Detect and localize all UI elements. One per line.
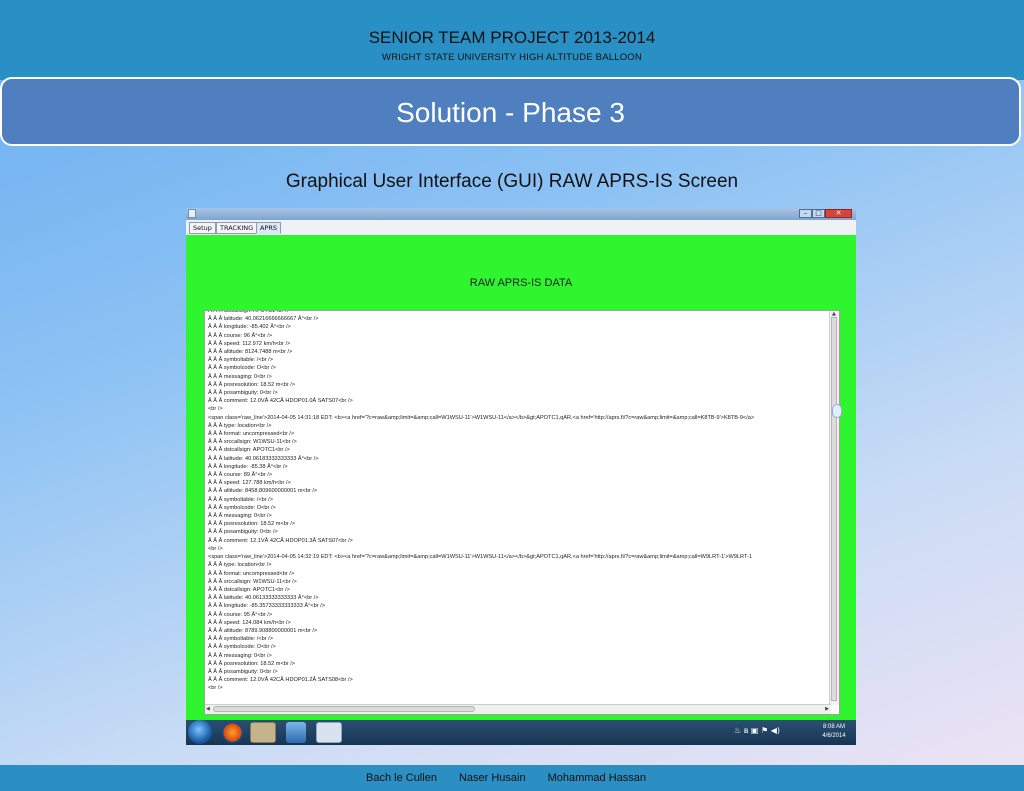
team-member: Naser Husain bbox=[458, 772, 526, 784]
maximize-button[interactable]: □ bbox=[812, 209, 825, 218]
scroll-left-icon[interactable]: ◀ bbox=[206, 706, 210, 712]
log-line: Â Â Â messaging: 0<br /> bbox=[208, 513, 272, 520]
log-line: Â Â Â posambiguity: 0<br /> bbox=[208, 668, 278, 675]
vertical-scroll-thumb[interactable] bbox=[831, 317, 837, 701]
slide-subtitle: Graphical User Interface (GUI) RAW APRS-… bbox=[285, 171, 739, 192]
log-line: Â Â Â symboltable: /<br /> bbox=[208, 357, 273, 364]
log-line: Â Â Â latitude: 40.06133333333333 Â°<br … bbox=[208, 595, 319, 602]
resize-handle[interactable] bbox=[832, 404, 842, 418]
log-line: Â Â Â speed: 127.788 km/h<br /> bbox=[208, 480, 291, 487]
log-line: Â Â Â comment: 12.1VÂ 42CÂ HDOP01.3Â SAT… bbox=[208, 537, 353, 544]
footer-bar: Bach le Cullen Naser Husain Mohammad Hassa… bbox=[0, 765, 1024, 791]
log-line: Â Â Â symbolcode: O<br /> bbox=[208, 644, 276, 651]
clock-time: 8:08 AM bbox=[822, 724, 845, 730]
tab-setup[interactable]: Setup bbox=[189, 222, 216, 234]
tab-bar: Setup TRACKING APRS bbox=[186, 220, 856, 236]
window-title-bar: – □ ✕ bbox=[186, 208, 856, 220]
log-line: Â Â Â comment: 12.0VÂ 42CÂ HDOP01.2Â SAT… bbox=[208, 677, 353, 684]
scroll-right-icon[interactable]: ▶ bbox=[825, 706, 829, 712]
java-app-icon[interactable] bbox=[316, 722, 342, 743]
tab-aprs[interactable]: APRS bbox=[256, 222, 282, 234]
slide-title: Solution - Phase 3 bbox=[396, 97, 625, 128]
log-line: Â Â Â longitude: -85.38 Â°<br /> bbox=[208, 463, 288, 470]
system-tray: ♨ ʙ ▣ ⚑ ◀) bbox=[734, 726, 780, 735]
log-line: Â Â Â symbolcode: O<br /> bbox=[208, 365, 276, 372]
log-line: Â Â Â speed: 112.972 km/h<br /> bbox=[208, 340, 291, 347]
close-button[interactable]: ✕ bbox=[825, 209, 852, 218]
log-line: Â Â Â dstcallsign: APOTC1<br /> bbox=[208, 586, 290, 593]
log-line: Â Â Â symbolcode: O<br /> bbox=[208, 504, 276, 511]
log-line: Â Â Â messaging: 0<br /> bbox=[208, 373, 272, 380]
gui-screenshot: – □ ✕ Setup TRACKING APRS RAW APRS-IS DA… bbox=[186, 208, 856, 745]
network-icon[interactable]: ▣ bbox=[751, 726, 759, 735]
firefox-icon[interactable] bbox=[222, 722, 243, 743]
project-title: SENIOR TEAM PROJECT 2013-2014 bbox=[368, 28, 656, 47]
speaker-icon[interactable]: ♨ bbox=[734, 726, 741, 735]
log-line: Â Â Â type: location<br /> bbox=[208, 562, 272, 569]
log-line: Â Â Â posambiguity: 0<br /> bbox=[208, 529, 278, 536]
log-line: Â Â Â altitude: 8458.809600000001 m<br /… bbox=[208, 488, 318, 495]
log-line: Â Â Â course: 89 Â°<br /> bbox=[208, 472, 273, 479]
log-line: Â Â Â format: uncompressed<br /> bbox=[208, 431, 295, 438]
volume-icon[interactable]: ◀) bbox=[771, 726, 780, 735]
cube-app-icon[interactable] bbox=[286, 722, 306, 743]
panel-title: RAW APRS-IS DATA bbox=[469, 277, 573, 289]
log-line: Â Â Â altitude: 8789.908800000001 m<br /… bbox=[208, 627, 318, 634]
log-line: Â Â Â course: 95 Â°<br /> bbox=[208, 611, 273, 618]
log-line: Â Â Â messaging: 0<br /> bbox=[208, 652, 272, 659]
log-line: Â Â Â posresolution: 18.52 m<br /> bbox=[208, 660, 296, 667]
log-line: <br /> bbox=[208, 406, 223, 413]
slide-title-box: Solution - Phase 3 bbox=[0, 77, 1021, 146]
horizontal-scrollbar[interactable]: ◀ ▶ bbox=[205, 704, 831, 714]
team-member: Bach le Cullen bbox=[366, 772, 437, 784]
log-line: Â Â Â symboltable: /<br /> bbox=[208, 636, 273, 643]
log-line: Â Â Â symboltable: /<br /> bbox=[208, 496, 273, 503]
tab-tracking[interactable]: TRACKING bbox=[216, 222, 258, 234]
log-line: Â Â Â latitude: 40.06183333333333 Â°<br … bbox=[208, 455, 319, 462]
raw-data-textarea[interactable]: Â Â Â dstcallsign: APOTC1<br /> Â Â Â lat… bbox=[204, 310, 840, 715]
flag-icon[interactable]: ⚑ bbox=[761, 726, 768, 735]
app-window-icon[interactable] bbox=[250, 722, 276, 743]
bluetooth-icon[interactable]: ʙ bbox=[744, 726, 749, 735]
log-line: Â Â Â longitude: -85.402 Â°<br /> bbox=[208, 324, 291, 331]
app-icon bbox=[188, 209, 196, 218]
log-line: Â Â Â posambiguity: 0<br /> bbox=[208, 390, 278, 397]
log-line: Â Â Â srccallsign: W1WSU-11<br /> bbox=[208, 578, 297, 585]
start-button-icon[interactable] bbox=[188, 720, 212, 744]
log-line: <br /> bbox=[208, 545, 223, 552]
log-line: Â Â Â altitude: 8124.7488 m<br /> bbox=[208, 349, 293, 356]
windows-taskbar: ♨ ʙ ▣ ⚑ ◀) 8:08 AM 4/6/2014 bbox=[186, 720, 856, 745]
log-line: <span class='raw_line'>2014-04-05 14:32:… bbox=[208, 554, 753, 561]
log-line: Â Â Â latitude: 40.06216666666667 Â°<br … bbox=[208, 316, 319, 323]
aprs-panel: RAW APRS-IS DATA Â Â Â dstcallsign: APOT… bbox=[186, 235, 856, 720]
log-line: <br /> bbox=[208, 685, 223, 692]
log-line: <span class='raw_line'>2014-04-05 14:31:… bbox=[208, 414, 755, 421]
raw-data-log: Â Â Â dstcallsign: APOTC1<br /> Â Â Â lat… bbox=[208, 311, 828, 693]
log-line: Â Â Â comment: 12.0VÂ 42CÂ HDOP01.0Â SAT… bbox=[208, 398, 353, 405]
clock-date: 4/6/2014 bbox=[822, 733, 846, 739]
log-line: Â Â Â type: location<br /> bbox=[208, 422, 272, 429]
team-names: Bach le Cullen Naser Husain Mohammad Hassa… bbox=[366, 772, 668, 784]
clock[interactable]: 8:08 AM 4/6/2014 bbox=[814, 723, 854, 741]
project-subtitle: WRIGHT STATE UNIVERSITY HIGH ALTITUDE BA… bbox=[382, 52, 642, 63]
log-line: Â Â Â srccallsign: W1WSU-11<br /> bbox=[208, 439, 297, 446]
log-line: Â Â Â speed: 124.084 km/h<br /> bbox=[208, 619, 291, 626]
log-line: Â Â Â course: 96 Â°<br /> bbox=[208, 332, 273, 339]
header-bar: SENIOR TEAM PROJECT 2013-2014 WRIGHT STA… bbox=[0, 0, 1024, 80]
log-line: Â Â Â posresolution: 18.52 m<br /> bbox=[208, 381, 296, 388]
minimize-button[interactable]: – bbox=[799, 209, 812, 218]
log-line: Â Â Â format: uncompressed<br /> bbox=[208, 570, 295, 577]
log-line: Â Â Â longitude: -85.35733333333333 Â°<b… bbox=[208, 603, 325, 610]
horizontal-scroll-thumb[interactable] bbox=[213, 706, 475, 712]
vertical-scrollbar[interactable]: ▲ bbox=[829, 311, 839, 705]
log-line: Â Â Â posresolution: 18.52 m<br /> bbox=[208, 521, 296, 528]
log-line: Â Â Â dstcallsign: APOTC1<br /> bbox=[208, 447, 290, 454]
team-member: Mohammad Hassan bbox=[547, 772, 647, 784]
